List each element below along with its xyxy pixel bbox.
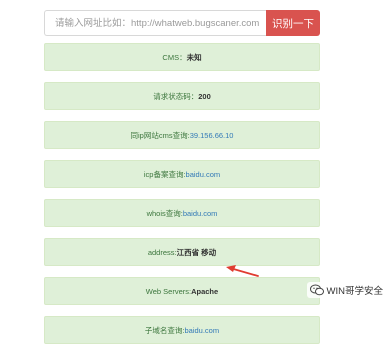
- result-link[interactable]: baidu.com: [184, 326, 219, 335]
- watermark: WIN哥学安全: [306, 282, 386, 298]
- result-label: 子域名查询:: [144, 325, 185, 335]
- watermark-text: WIN哥学安全: [326, 286, 383, 297]
- wechat-icon: [309, 284, 324, 296]
- subdomain-row: 子域名查询: baidu.com: [44, 316, 320, 344]
- red-arrow-annotation: [226, 265, 259, 277]
